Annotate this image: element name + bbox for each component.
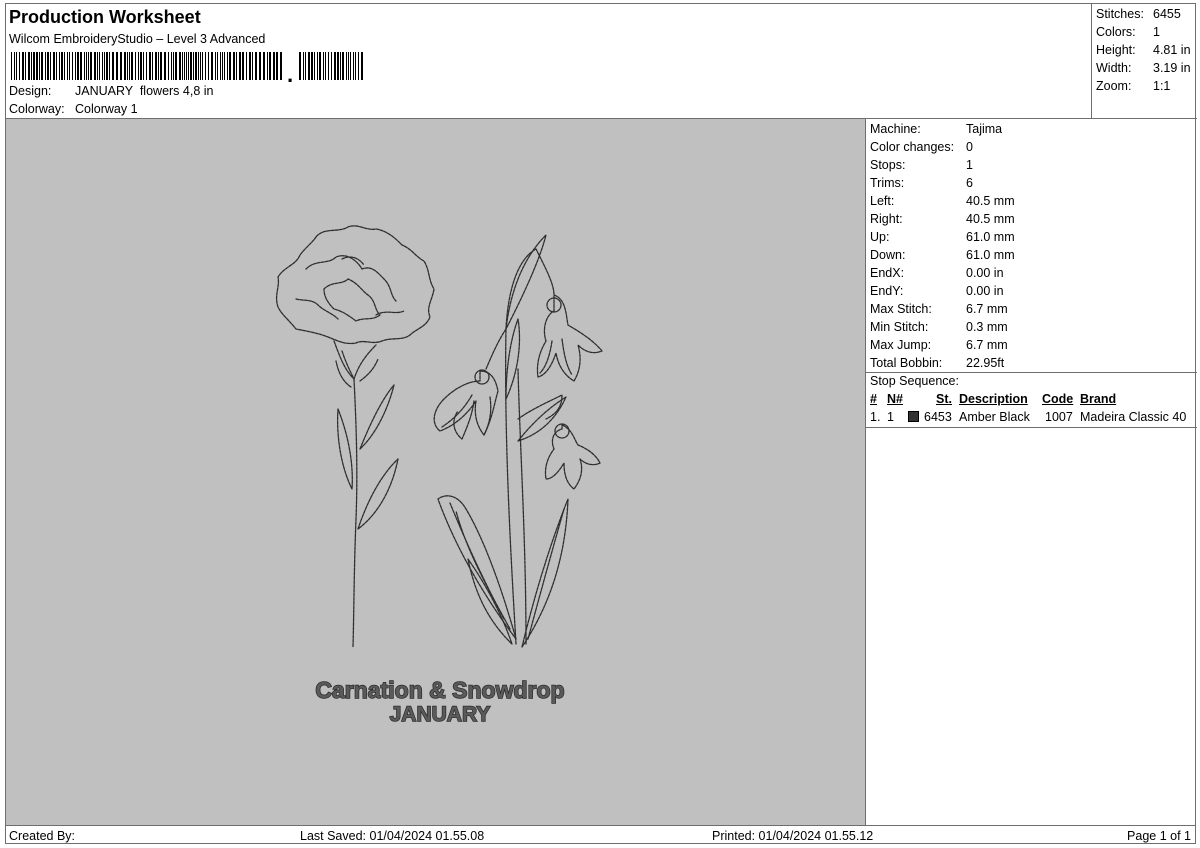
stat-value: 1:1 [1153, 79, 1171, 93]
carnation-bloom-icon [275, 225, 435, 345]
design-row: Design: JANUARY flowers 4,8 in [9, 84, 213, 98]
info-value: 61.0 mm [966, 230, 1015, 244]
colorway-row: Colorway: Colorway 1 [9, 102, 138, 116]
stop-sequence-title: Stop Sequence: [870, 374, 959, 388]
info-value: 22.95ft [966, 356, 1005, 370]
info-value: 40.5 mm [966, 194, 1015, 208]
design-text-line1: Carnation & Snowdrop [315, 677, 564, 703]
stat-value: 4.81 in [1153, 43, 1191, 57]
info-label: Max Stitch: [870, 302, 932, 316]
info-min-stitch: Min Stitch: 0.3 mm [870, 320, 1008, 334]
stat-label: Stitches: [1096, 7, 1144, 21]
info-stops: Stops: 1 [870, 158, 973, 172]
col-header-index: # [870, 392, 877, 406]
info-label: EndX: [870, 266, 905, 280]
stat-colors: Colors: 1 [1096, 25, 1160, 39]
software-name: Wilcom EmbroideryStudio – Level 3 Advanc… [9, 32, 266, 46]
info-value: 0.3 mm [966, 320, 1008, 334]
stat-label: Width: [1096, 61, 1132, 75]
design-value: JANUARY flowers 4,8 in [75, 84, 214, 98]
info-value: 0 [966, 140, 973, 154]
embroidery-design: Carnation & Snowdrop JANUARY [275, 225, 603, 727]
row-description: Amber Black [959, 410, 1030, 424]
info-label: Right: [870, 212, 903, 226]
info-color-changes: Color changes: 0 [870, 140, 973, 154]
panel-divider [866, 427, 1197, 428]
snowdrop-stem-icon [505, 248, 555, 645]
stat-label: Height: [1096, 43, 1136, 57]
col-header-brand: Brand [1080, 392, 1117, 406]
carnation-stem-icon [352, 378, 358, 648]
machine-info-panel: Machine: Tajima Color changes: 0 Stops: 1 T… [866, 118, 1197, 825]
page-number: Page 1 of 1 [1127, 829, 1191, 843]
info-label: Down: [870, 248, 906, 262]
info-value: 1 [966, 158, 973, 172]
row-stitches: 6453 [924, 410, 952, 424]
info-max-jump: Max Jump: 6.7 mm [870, 338, 1008, 352]
col-header-stitches: St. [936, 392, 952, 406]
info-machine: Machine: Tajima [870, 122, 1002, 136]
design-label: Design: [9, 84, 52, 98]
row-code: 1007 [1045, 410, 1073, 424]
page-title: Production Worksheet [9, 7, 201, 27]
info-up: Up: 61.0 mm [870, 230, 1015, 244]
info-label: Left: [870, 194, 895, 208]
info-label: Trims: [870, 176, 905, 190]
info-left: Left: 40.5 mm [870, 194, 1015, 208]
info-endx: EndX: 0.00 in [870, 266, 1004, 280]
info-value: 61.0 mm [966, 248, 1015, 262]
info-label: Up: [870, 230, 890, 244]
created-by: Created By: [9, 829, 76, 843]
stat-label: Colors: [1096, 25, 1136, 39]
info-endy: EndY: 0.00 in [870, 284, 1004, 298]
colorway-label: Colorway: [9, 102, 65, 116]
info-total-bobbin: Total Bobbin: 22.95ft [870, 356, 1004, 370]
info-label: Machine: [870, 122, 921, 136]
info-label: Total Bobbin: [870, 356, 943, 370]
last-saved: Last Saved: 01/04/2024 01.55.08 [300, 829, 485, 843]
stat-value: 6455 [1153, 7, 1181, 21]
design-text-line2: JANUARY [390, 703, 491, 726]
panel-divider [866, 372, 1197, 373]
info-label: EndY: [870, 284, 904, 298]
info-value: Tajima [966, 122, 1003, 136]
info-max-stitch: Max Stitch: 6.7 mm [870, 302, 1008, 316]
info-value: 6 [966, 176, 973, 190]
info-trims: Trims: 6 [870, 176, 973, 190]
info-value: 0.00 in [966, 266, 1004, 280]
info-label: Max Jump: [870, 338, 932, 352]
stat-value: 3.19 in [1153, 61, 1191, 75]
col-header-code: Code [1042, 392, 1074, 406]
barcode-image: , [11, 52, 363, 82]
info-value: 40.5 mm [966, 212, 1015, 226]
info-down: Down: 61.0 mm [870, 248, 1015, 262]
row-needle: 1 [887, 410, 894, 424]
color-swatch-icon [908, 411, 919, 422]
info-label: Color changes: [870, 140, 955, 154]
stat-label: Zoom: [1096, 79, 1132, 93]
stats-box: Stitches: 6455 Colors: 1 Height: 4.81 in Wi… [1091, 4, 1196, 118]
stat-stitches: Stitches: 6455 [1096, 7, 1181, 21]
worksheet-header: Production Worksheet Wilcom EmbroiderySt… [6, 4, 1091, 118]
colorway-value: Colorway 1 [75, 102, 138, 116]
info-right: Right: 40.5 mm [870, 212, 1015, 226]
col-header-needle: N# [887, 392, 903, 406]
col-header-description: Description [959, 392, 1028, 406]
stat-zoom: Zoom: 1:1 [1096, 79, 1170, 93]
info-label: Min Stitch: [870, 320, 929, 334]
printed-date: Printed: 01/04/2024 01.55.12 [712, 829, 874, 843]
info-value: 0.00 in [966, 284, 1004, 298]
production-worksheet: Production Worksheet Wilcom EmbroiderySt… [5, 3, 1197, 844]
stat-width: Width: 3.19 in [1096, 61, 1191, 75]
worksheet-footer: Created By: Last Saved: 01/04/2024 01.55… [6, 825, 1195, 844]
info-label: Stops: [870, 158, 906, 172]
stat-height: Height: 4.81 in [1096, 43, 1191, 57]
row-index: 1. [870, 410, 881, 424]
barcode-comma: , [287, 62, 293, 82]
info-value: 6.7 mm [966, 302, 1008, 316]
row-brand: Madeira Classic 40 [1080, 410, 1187, 424]
design-canvas[interactable]: Carnation & Snowdrop JANUARY [6, 118, 866, 825]
info-value: 6.7 mm [966, 338, 1008, 352]
stat-value: 1 [1153, 25, 1160, 39]
